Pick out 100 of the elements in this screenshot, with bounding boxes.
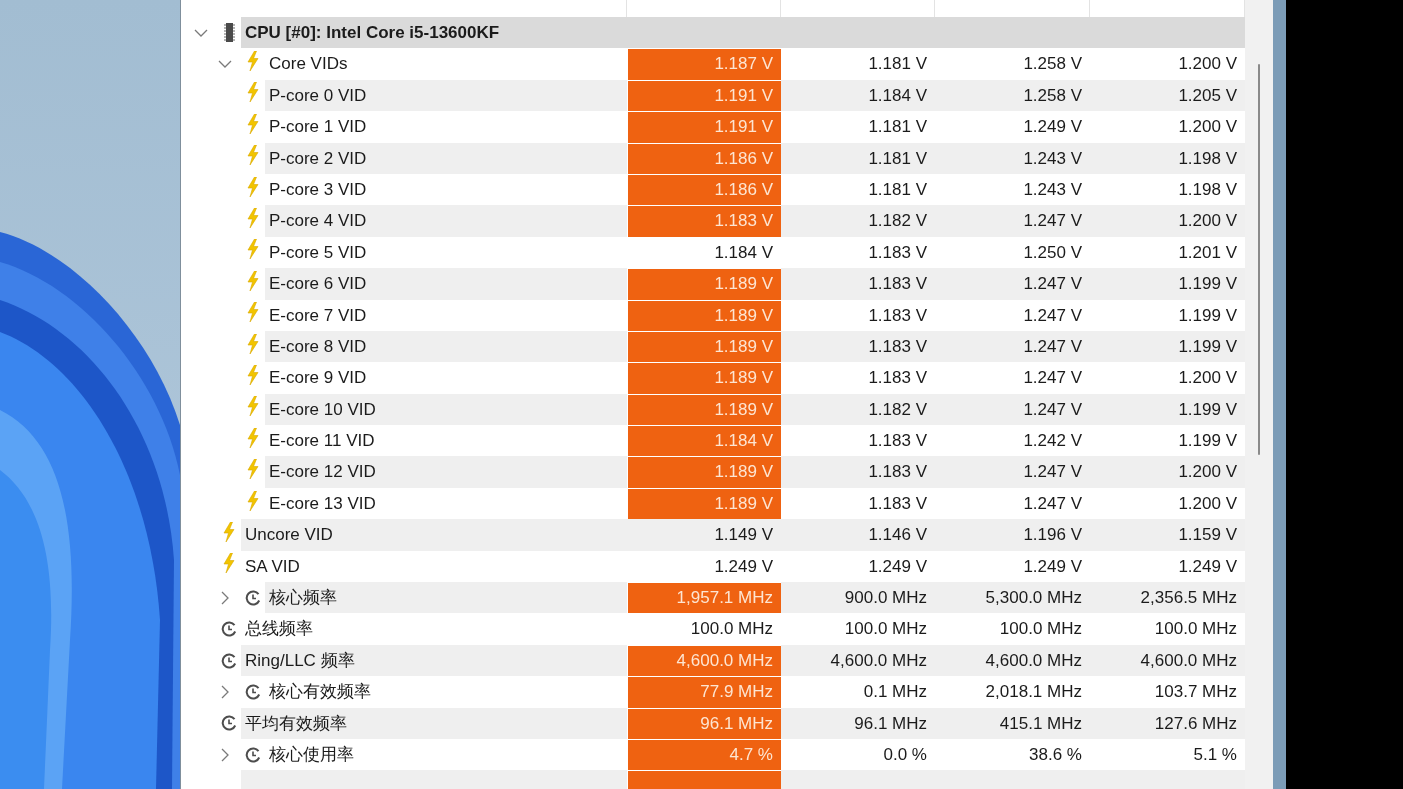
value-cell-text: 1.159 V <box>1177 524 1238 547</box>
value-cell: 4.7 % <box>627 739 781 771</box>
lightning-bolt-icon <box>247 145 259 166</box>
scrollbar-thumb[interactable] <box>1258 64 1260 455</box>
value-cell-text: 415.1 MHz <box>998 712 1083 735</box>
value-cell-text: 900.0 MHz <box>843 587 928 610</box>
sensor-label: E-core 9 VID <box>268 367 368 390</box>
value-cell-text: 1.243 V <box>1022 147 1083 170</box>
clock-icon <box>221 715 237 732</box>
value-cell-text: 1.183 V <box>867 273 928 296</box>
table-row[interactable]: 平均有效频率 96.1 MHz 96.1 MHz 415.1 MHz 127.6 MHz <box>241 707 1245 739</box>
value-cell-text: 1.249 V <box>1022 555 1083 578</box>
table-row[interactable]: P-core 0 VID 1.191 V 1.184 V 1.258 V 1.205 V <box>265 79 1245 112</box>
value-cell-text: 1.242 V <box>1022 430 1083 453</box>
value-cell-text: 1.200 V <box>1177 461 1238 484</box>
sensor-label: 核心有效频率 <box>268 681 372 704</box>
sensor-label: 核心频率 <box>268 587 338 610</box>
value-cell-text: 1.149 V <box>713 524 774 547</box>
sensor-label: E-core 12 VID <box>268 461 377 484</box>
value-cell-text: 1.249 V <box>713 555 774 578</box>
value-cell: 1.189 V <box>627 393 781 426</box>
sensor-label: 总线频率 <box>244 618 314 641</box>
sensor-label: P-core 5 VID <box>268 241 368 264</box>
value-cell-text: 1.247 V <box>1022 461 1083 484</box>
value-cell-text: 1.181 V <box>867 178 928 201</box>
lightning-bolt-icon <box>247 333 259 354</box>
value-cell-text: 1.146 V <box>867 524 928 547</box>
value-cell-text: 1.199 V <box>1177 304 1238 327</box>
value-cell-text: 1.181 V <box>867 53 928 76</box>
value-cell: 1.189 V <box>627 268 781 300</box>
value-cell-text: 1.205 V <box>1177 84 1238 107</box>
value-cell-text: 1.200 V <box>1177 116 1238 139</box>
sensor-label: 平均有效频率 <box>244 712 348 735</box>
clock-icon <box>245 589 261 606</box>
lightning-bolt-icon <box>247 208 259 229</box>
value-cell-text: 1.182 V <box>867 210 928 233</box>
value-cell-text: 1.183 V <box>867 304 928 327</box>
value-cell-text: 1.247 V <box>1022 492 1083 515</box>
value-cell-text: 1.182 V <box>867 398 928 421</box>
value-cell-text: 1.183 V <box>867 335 928 358</box>
value-cell-text: 1.247 V <box>1022 398 1083 421</box>
value-cell-text: 100.0 MHz <box>689 618 774 641</box>
value-cell-text: 1.181 V <box>867 116 928 139</box>
sensor-label: CPU [#0]: Intel Core i5-13600KF <box>244 22 501 44</box>
value-cell-text: 1.198 V <box>1177 147 1238 170</box>
value-cell-text: 1.250 V <box>1022 241 1083 264</box>
value-cell-text: 38.6 % <box>1028 744 1083 766</box>
value-cell-text: 4,600.0 MHz <box>1139 649 1238 672</box>
lightning-bolt-icon <box>223 553 235 574</box>
value-cell-text: 1.258 V <box>1022 53 1083 76</box>
value-cell-text: 0.1 MHz <box>862 681 928 704</box>
table-row[interactable]: E-core 12 VID 1.189 V 1.183 V 1.247 V 1.200 V <box>265 456 1245 488</box>
value-cell-text: 4,600.0 MHz <box>829 649 928 672</box>
value-cell: 1.189 V <box>627 362 781 394</box>
value-cell-text: 1.199 V <box>1177 335 1238 358</box>
value-cell-text: 4,600.0 MHz <box>984 649 1083 672</box>
table-row[interactable]: E-core 8 VID 1.189 V 1.183 V 1.247 V 1.199 V <box>265 330 1245 363</box>
value-cell-text: 1.181 V <box>867 147 928 170</box>
table-row[interactable]: E-core 10 VID 1.189 V 1.182 V 1.247 V 1.199 V <box>265 393 1245 426</box>
value-cell-text: 5,300.0 MHz <box>984 587 1083 610</box>
table-row[interactable]: 核心频率 1,957.1 MHz 900.0 MHz 5,300.0 MHz 2,356.5 MHz <box>265 582 1245 614</box>
value-cell-text: 1.199 V <box>1177 273 1238 296</box>
value-cell: 1.184 V <box>627 425 781 457</box>
value-cell-text: 1.183 V <box>867 492 928 515</box>
value-cell: 1.191 V <box>627 79 781 112</box>
value-cell-text: 1.247 V <box>1022 304 1083 327</box>
value-cell-text: 5.1 % <box>1192 744 1238 766</box>
value-cell: 77.9 MHz <box>627 676 781 708</box>
value-cell-text: 1.247 V <box>1022 367 1083 390</box>
value-cell-text: 1.243 V <box>1022 178 1083 201</box>
value-cell-text: 1.247 V <box>1022 273 1083 296</box>
value-cell-text: 1.200 V <box>1177 492 1238 515</box>
value-cell-text: 2,018.1 MHz <box>984 681 1083 704</box>
sensor-label: Core VIDs <box>268 53 349 76</box>
table-row[interactable]: CPU [#0]: Intel Core i5-13600KF <box>241 17 1245 49</box>
sensor-label: E-core 10 VID <box>268 398 377 421</box>
sensor-label: 核心使用率 <box>268 744 355 766</box>
table-row[interactable]: Uncore VID 1.149 V 1.146 V 1.196 V 1.159 V <box>241 519 1245 551</box>
value-cell-text: 2,356.5 MHz <box>1139 587 1238 610</box>
value-cell-text: 1.183 V <box>867 430 928 453</box>
sensor-label: E-core 13 VID <box>268 492 377 515</box>
lightning-bolt-icon <box>247 459 259 480</box>
lightning-bolt-icon <box>247 270 259 291</box>
sensor-label: P-core 1 VID <box>268 116 368 139</box>
table-row[interactable]: Ring/LLC 频率 4,600.0 MHz 4,600.0 MHz 4,600.0 MHz 4,600.0 MHz <box>241 644 1245 677</box>
lightning-bolt-icon <box>247 427 259 448</box>
table-row[interactable]: P-core 4 VID 1.183 V 1.182 V 1.247 V 1.200 V <box>265 205 1245 237</box>
value-cell-text: 100.0 MHz <box>1153 618 1238 641</box>
table-row[interactable]: P-core 2 VID 1.186 V 1.181 V 1.243 V 1.198 V <box>265 142 1245 174</box>
scrollbar-track[interactable] <box>1245 0 1273 789</box>
value-cell-text: 103.7 MHz <box>1153 681 1238 704</box>
table-row[interactable]: E-core 6 VID 1.189 V 1.183 V 1.247 V 1.199 V <box>265 268 1245 300</box>
sensor-label: P-core 4 VID <box>268 210 368 233</box>
value-cell-text: 1.183 V <box>867 461 928 484</box>
value-cell-text: 1.249 V <box>1022 116 1083 139</box>
table-row[interactable] <box>241 770 1245 789</box>
clock-icon <box>221 652 237 669</box>
value-cell-text: 100.0 MHz <box>998 618 1083 641</box>
lightning-bolt-icon <box>247 113 259 134</box>
lightning-bolt-icon <box>247 82 259 103</box>
